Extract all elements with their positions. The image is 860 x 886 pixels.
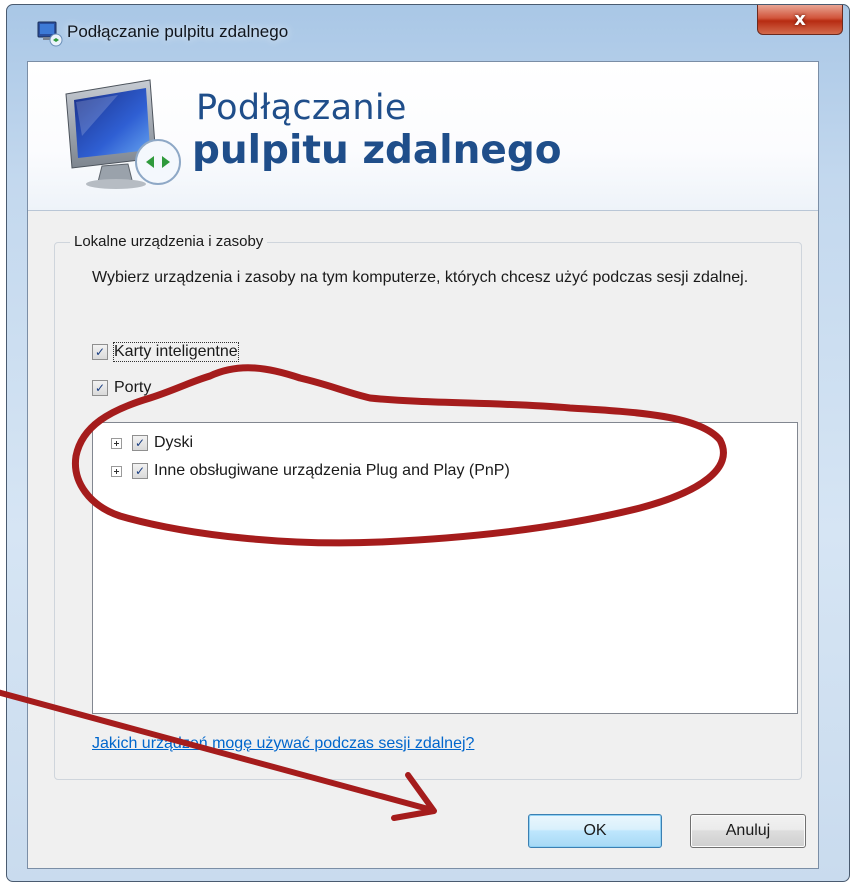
help-link[interactable]: Jakich urządzeń mogę używać podczas sesj… bbox=[92, 735, 474, 753]
ports-checkbox[interactable]: ✓ bbox=[92, 380, 108, 396]
drives-checkbox[interactable]: ✓ bbox=[132, 435, 148, 451]
title-bar[interactable]: Podłączanie pulpitu zdalnego x bbox=[7, 5, 849, 51]
close-button[interactable]: x bbox=[757, 5, 843, 35]
expand-plus-icon[interactable] bbox=[111, 465, 122, 477]
ports-label: Porty bbox=[114, 379, 152, 396]
remote-desktop-icon bbox=[37, 21, 63, 47]
smart-cards-option[interactable]: ✓ Karty inteligentne bbox=[92, 342, 239, 362]
pnp-devices-label: Inne obsługiwane urządzenia Plug and Pla… bbox=[154, 462, 510, 479]
devices-treeview[interactable]: ✓ Dyski ✓ Inne obsługiwane urządzenia Pl… bbox=[92, 422, 798, 714]
drives-label: Dyski bbox=[154, 434, 194, 451]
banner-title-line2: pulpitu zdalnego bbox=[192, 128, 562, 173]
dialog-banner: Podłączanie pulpitu zdalnego bbox=[28, 62, 818, 211]
banner-title-line1: Podłączanie bbox=[196, 88, 407, 128]
group-legend: Lokalne urządzenia i zasoby bbox=[70, 233, 268, 250]
check-icon: ✓ bbox=[134, 464, 146, 478]
ok-button[interactable]: OK bbox=[528, 814, 662, 848]
ports-option[interactable]: ✓ Porty bbox=[92, 379, 151, 397]
remote-desktop-monitor-icon bbox=[65, 79, 181, 189]
tree-item-pnp-devices[interactable]: ✓ Inne obsługiwane urządzenia Plug and P… bbox=[111, 462, 510, 480]
dialog-content: Podłączanie pulpitu zdalnego Lokalne urz… bbox=[27, 61, 819, 869]
smart-cards-checkbox[interactable]: ✓ bbox=[92, 344, 108, 360]
pnp-devices-checkbox[interactable]: ✓ bbox=[132, 463, 148, 479]
check-icon: ✓ bbox=[134, 436, 146, 450]
check-icon: ✓ bbox=[94, 381, 106, 395]
window-title: Podłączanie pulpitu zdalnego bbox=[67, 22, 289, 41]
tree-item-drives[interactable]: ✓ Dyski bbox=[111, 434, 193, 452]
close-icon: x bbox=[794, 9, 806, 30]
group-description: Wybierz urządzenia i zasoby na tym kompu… bbox=[92, 269, 749, 286]
expand-plus-icon[interactable] bbox=[111, 437, 122, 449]
remote-desktop-dialog: Podłączanie pulpitu zdalnego x Podłączan… bbox=[6, 4, 850, 882]
smart-cards-label: Karty inteligentne bbox=[113, 342, 239, 362]
cancel-button[interactable]: Anuluj bbox=[690, 814, 806, 848]
check-icon: ✓ bbox=[94, 345, 106, 359]
